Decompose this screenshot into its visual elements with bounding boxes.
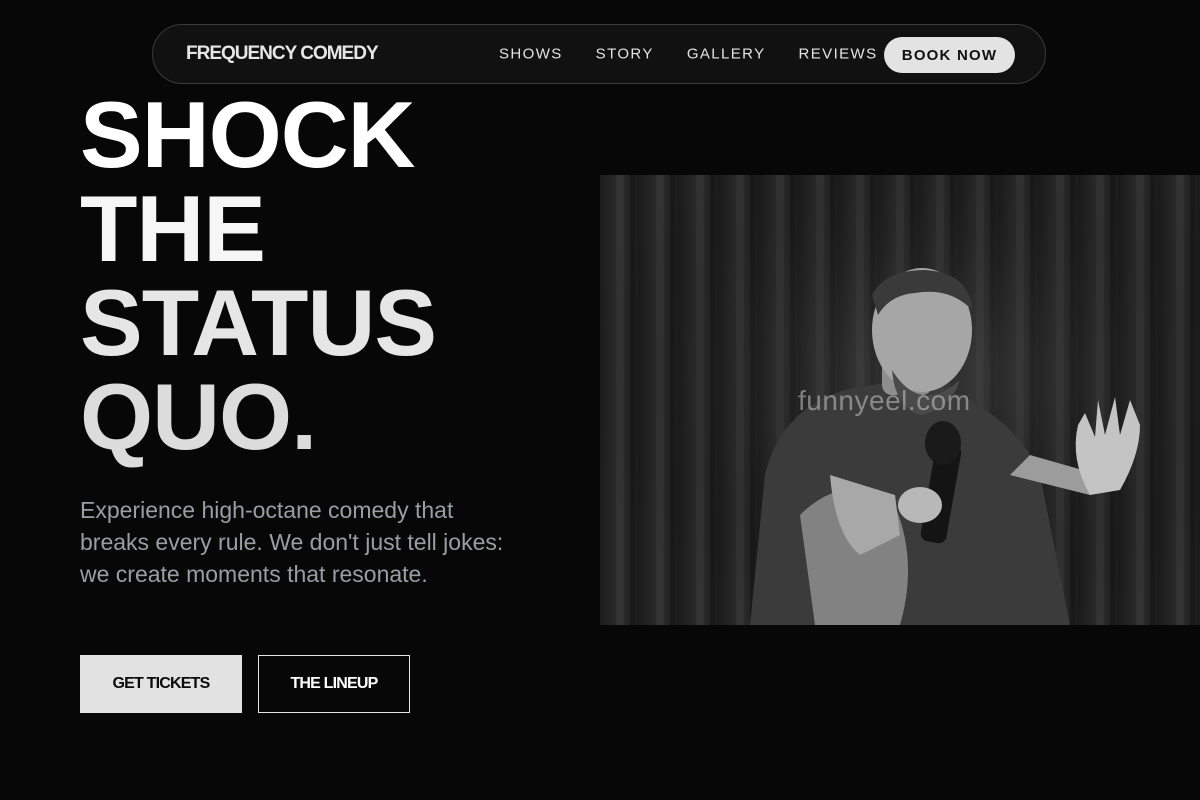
nav-link-shows[interactable]: SHOWS — [499, 46, 563, 63]
top-nav: FREQUENCY COMEDY SHOWS STORY GALLERY REV… — [152, 24, 1046, 84]
book-now-button[interactable]: BOOK NOW — [884, 37, 1015, 73]
get-tickets-button[interactable]: GET TICKETS — [80, 655, 242, 713]
hero-photo: funnyeel.com — [600, 175, 1200, 625]
headline-line: STATUS — [80, 270, 437, 375]
hero-headline: SHOCK THE STATUS QUO. — [80, 82, 437, 469]
brand-logo[interactable]: FREQUENCY COMEDY — [186, 43, 379, 65]
nav-links: SHOWS STORY GALLERY REVIEWS — [499, 46, 911, 63]
nav-link-gallery[interactable]: GALLERY — [687, 46, 766, 63]
hero-subtext: Experience high-octane comedy that break… — [80, 497, 504, 587]
headline-line: SHOCK — [80, 82, 415, 187]
the-lineup-button[interactable]: THE LINEUP — [258, 655, 410, 713]
watermark-text: funnyeel.com — [798, 385, 971, 416]
nav-link-story[interactable]: STORY — [596, 46, 654, 63]
page: FREQUENCY COMEDY SHOWS STORY GALLERY REV… — [0, 0, 1200, 800]
headline-line: QUO. — [80, 364, 317, 469]
nav-link-reviews[interactable]: REVIEWS — [799, 46, 878, 63]
headline-line: THE — [80, 176, 266, 281]
